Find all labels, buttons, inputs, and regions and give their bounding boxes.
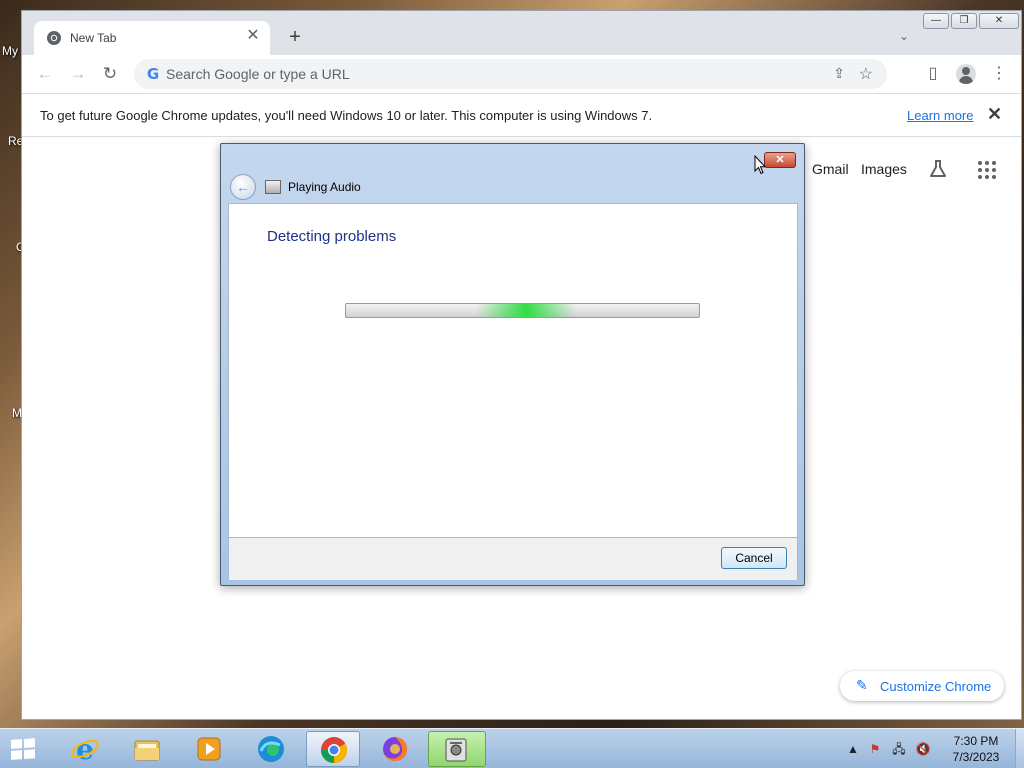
infobar-close-icon[interactable]: ✕: [987, 104, 1002, 125]
maximize-button[interactable]: ❐: [951, 13, 977, 29]
svg-text:e: e: [76, 734, 94, 764]
chrome-favicon-icon: [47, 31, 61, 45]
window-controls: — ❐ ✕: [923, 13, 1019, 29]
pencil-icon: ✎: [856, 677, 868, 693]
new-tab-button[interactable]: +: [284, 27, 306, 49]
learn-more-link[interactable]: Learn more: [907, 108, 973, 123]
taskbar-troubleshooter[interactable]: [428, 731, 486, 767]
tab-title: New Tab: [70, 31, 117, 45]
volume-muted-icon[interactable]: 🔇: [915, 741, 931, 757]
cancel-button[interactable]: Cancel: [721, 547, 787, 569]
infobar-message: To get future Google Chrome updates, you…: [40, 108, 653, 123]
clock-time[interactable]: 7:30 PM: [950, 734, 1002, 748]
network-icon[interactable]: 🖧: [891, 741, 907, 757]
omnibox[interactable]: G Search Google or type a URL ⇪ ☆: [134, 59, 887, 89]
internet-explorer-icon: e: [71, 734, 99, 764]
dialog-close-button[interactable]: ✕: [764, 152, 796, 168]
desktop-icon-label[interactable]: My: [2, 44, 18, 58]
forward-arrow-icon[interactable]: →: [67, 63, 89, 85]
progress-indicator: [476, 304, 576, 317]
windows-logo-icon: [11, 738, 37, 762]
tab-strip: New Tab ✕ + ⌄ — ❐ ✕: [22, 11, 1021, 55]
show-desktop-button[interactable]: [1015, 729, 1024, 768]
profile-avatar-icon[interactable]: [955, 63, 977, 85]
tab-search-chevron-icon[interactable]: ⌄: [895, 29, 913, 47]
dialog-footer: Cancel: [228, 538, 798, 580]
taskbar-chrome[interactable]: [306, 731, 360, 767]
customize-chrome-button[interactable]: ✎ Customize Chrome: [840, 671, 1004, 701]
troubleshooter-dialog: ✕ ← Playing Audio Detecting problems Can…: [220, 143, 805, 586]
tab-close-icon[interactable]: ✕: [244, 27, 262, 45]
minimize-button[interactable]: —: [923, 13, 949, 29]
taskbar-media-player[interactable]: [182, 731, 236, 767]
omnibox-placeholder[interactable]: Search Google or type a URL: [166, 66, 350, 82]
update-infobar: To get future Google Chrome updates, you…: [22, 93, 1021, 137]
bookmark-star-icon[interactable]: ☆: [859, 64, 873, 84]
mouse-cursor-icon: [754, 155, 766, 175]
taskbar: e ▲ ⚑ 🖧 🔇 7:30 PM 7/3/2023: [0, 728, 1024, 768]
clock-date[interactable]: 7/3/2023: [948, 750, 1004, 764]
action-center-flag-icon[interactable]: ⚑: [867, 741, 883, 757]
edge-icon: [258, 736, 284, 762]
progress-bar: [345, 303, 700, 318]
customize-chrome-label: Customize Chrome: [880, 679, 992, 694]
start-button[interactable]: [8, 735, 40, 763]
tab-new-tab[interactable]: New Tab ✕: [34, 21, 270, 55]
media-player-icon: [197, 737, 221, 761]
images-link[interactable]: Images: [861, 161, 907, 177]
side-panel-icon[interactable]: ▯: [922, 63, 944, 85]
google-g-icon: G: [146, 65, 160, 83]
taskbar-file-explorer[interactable]: [120, 731, 174, 767]
show-hidden-icons-chevron-icon[interactable]: ▲: [845, 741, 861, 757]
apps-grid-icon[interactable]: [978, 161, 996, 179]
system-tray: ▲ ⚑ 🖧 🔇 7:30 PM 7/3/2023: [845, 729, 1024, 768]
firefox-icon: [383, 737, 407, 761]
back-arrow-icon[interactable]: ←: [34, 63, 56, 85]
taskbar-internet-explorer[interactable]: e: [58, 731, 112, 767]
troubleshooter-icon: [445, 738, 467, 762]
back-arrow-icon[interactable]: ←: [230, 174, 256, 200]
browser-toolbar: ← → ↻ G Search Google or type a URL ⇪ ☆ …: [22, 55, 1021, 93]
dialog-heading: Detecting problems: [267, 228, 397, 245]
folder-icon: [134, 740, 160, 761]
labs-flask-icon[interactable]: [928, 159, 948, 179]
taskbar-firefox[interactable]: [368, 731, 422, 767]
menu-kebab-icon[interactable]: ⋮: [988, 63, 1010, 85]
reload-icon[interactable]: ↻: [99, 63, 121, 85]
dialog-content: Detecting problems: [228, 203, 798, 538]
gmail-link[interactable]: Gmail: [812, 161, 849, 177]
share-icon[interactable]: ⇪: [833, 65, 845, 82]
window-close-button[interactable]: ✕: [979, 13, 1019, 29]
chrome-icon: [320, 737, 348, 764]
dialog-title: Playing Audio: [288, 180, 361, 194]
troubleshooter-app-icon: [265, 180, 281, 194]
taskbar-edge[interactable]: [244, 731, 298, 767]
